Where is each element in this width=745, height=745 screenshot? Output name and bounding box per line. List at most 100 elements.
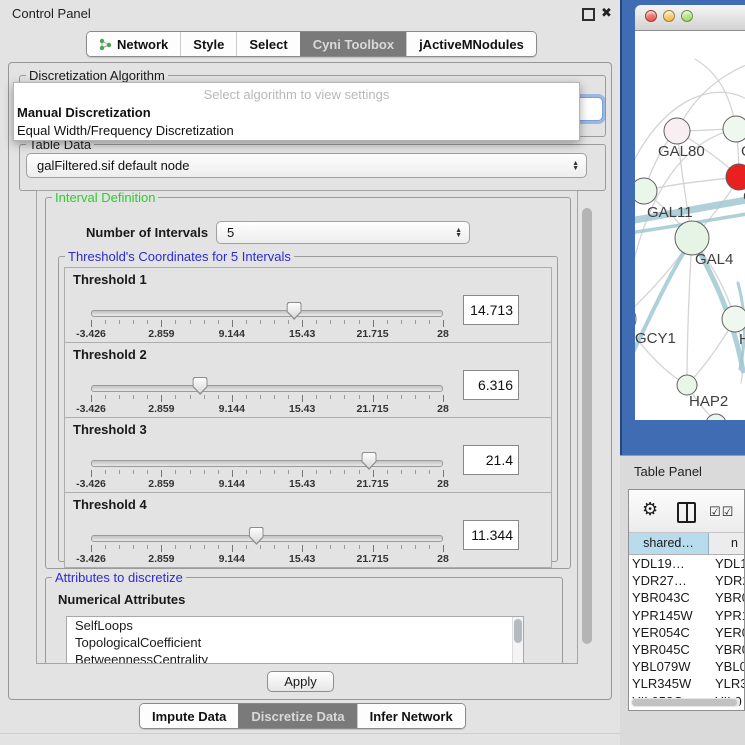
minimize-traffic-light[interactable] [663,10,675,22]
slider-tick [443,395,444,402]
tab-label: Style [193,33,224,56]
list-scrollbar-thumb[interactable] [514,619,522,643]
attribute-item-selfloops[interactable]: SelfLoops [67,617,523,634]
slider-tick [302,545,303,552]
slider-thumb[interactable] [249,527,264,545]
threshold-slider[interactable]: -3.4262.8599.14415.4321.71528 [91,343,443,417]
node-gal4[interactable] [675,221,709,255]
panel-scrollbar-thumb[interactable] [582,208,592,644]
slider-track[interactable] [91,310,443,317]
slider-track[interactable] [91,535,443,542]
table-hscrollbar-thumb[interactable] [632,699,737,706]
slider-tick [260,545,261,549]
table-row[interactable]: YDL19…YDL1 [629,555,744,572]
table-row[interactable]: YBL079WYBL0 [629,658,744,675]
network-canvas[interactable]: GAL80GACGAL11GAL4GCY1HHAP2 [635,31,745,420]
table-horizontal-scrollbar[interactable] [631,698,740,707]
table-row[interactable]: YPR145WYPR1 [629,607,744,624]
slider-tick [260,395,261,399]
number-of-intervals-label: Number of Intervals [86,225,208,240]
dropdown-option-manual-discretization[interactable]: Manual Discretization [16,104,577,121]
tick-label: 28 [437,478,449,490]
node-right-h[interactable] [722,306,745,332]
table-row[interactable]: YBR043CYBR0 [629,589,744,606]
slider-tick [147,395,148,399]
node-hap2[interactable] [677,375,697,395]
network-window-titlebar[interactable] [635,5,745,31]
tick-label: 21.715 [357,328,389,340]
slider-tick [387,470,388,474]
table-panel-region: Table Panel ⚙ ☑☑ shared… n YDL19…YDL1YDR… [620,455,745,745]
dropdown-placeholder-option[interactable]: Select algorithm to view settings [14,87,579,102]
slider-tick [302,320,303,327]
close-icon[interactable]: ✖ [601,5,612,21]
threshold-value-input[interactable] [463,445,519,475]
tick-label: 28 [437,328,449,340]
gear-icon[interactable]: ⚙ [642,499,658,520]
table-row[interactable]: YDR27…YDR2 [629,572,744,589]
slider-tick [443,470,444,477]
table-row[interactable]: YLR345WYLR3 [629,675,744,692]
slider-tick [373,395,374,402]
column-header-name[interactable]: n [709,533,744,554]
cell-shared-name: YBL079W [629,658,710,675]
cell-name: YDR2 [710,572,744,589]
columns-icon[interactable] [677,502,696,523]
tab-cyni-toolbox[interactable]: Cyni Toolbox [300,32,406,56]
slider-thumb[interactable] [193,377,208,395]
tab-discretize-data[interactable]: Discretize Data [238,704,356,728]
tick-label: 21.715 [357,403,389,415]
tab-impute-data[interactable]: Impute Data [140,704,238,728]
threshold-value-input[interactable] [463,295,519,325]
slider-track[interactable] [91,460,443,467]
node-gal80[interactable] [664,118,690,144]
numerical-attributes-label: Numerical Attributes [58,592,185,607]
cell-name: YER0 [710,624,744,641]
threshold-value-input[interactable] [463,520,519,550]
slider-tick [288,320,289,324]
threshold-slider[interactable]: -3.4262.8599.14415.4321.71528 [91,418,443,492]
node-gcy1[interactable] [635,305,636,333]
table-row[interactable]: YBR045CYBR0 [629,641,744,658]
slider-tick [161,545,162,552]
slider-thumb[interactable] [362,452,377,470]
tab-network[interactable]: Network [87,32,180,56]
tab-jactivemnodules[interactable]: jActiveMNodules [406,32,536,56]
column-header-shared-name[interactable]: shared… [629,533,709,554]
node-label-gal80: GAL80 [658,143,705,160]
slider-thumb[interactable] [287,302,302,320]
tab-style[interactable]: Style [180,32,236,56]
tab-select[interactable]: Select [236,32,299,56]
table-data-combo[interactable]: galFiltered.sif default node ▲▼ [26,153,587,178]
cell-name: YLR3 [710,675,744,692]
slider-tick [246,470,247,474]
apply-button[interactable]: Apply [267,671,334,692]
list-scrollbar[interactable] [512,617,523,664]
slider-tick [429,470,430,474]
checkboxes-icon[interactable]: ☑☑ [709,504,734,520]
attribute-item-topologicalcoefficient[interactable]: TopologicalCoefficient [67,634,523,651]
slider-tick [387,545,388,549]
table-header-row: shared… n [629,533,744,555]
slider-tick [359,395,360,399]
cell-shared-name: YBR043C [629,589,710,606]
attribute-item-betweennesscentrality[interactable]: BetweennessCentrality [67,651,523,664]
close-traffic-light[interactable] [645,10,657,22]
dropdown-option-equal-width-frequency-discretization[interactable]: Equal Width/Frequency Discretization [16,122,577,139]
table-row[interactable]: YER054CYER0 [629,624,744,641]
tab-label: Network [117,33,168,56]
slider-tick [204,320,205,324]
threshold-slider[interactable]: -3.4262.8599.14415.4321.71528 [91,268,443,342]
number-of-intervals-combo[interactable]: 5 ▲▼ [216,221,470,244]
threshold-value-input[interactable] [463,370,519,400]
node-top-right[interactable] [723,116,745,142]
zoom-traffic-light[interactable] [681,10,693,22]
tick-label: 2.859 [148,403,174,415]
slider-track[interactable] [91,385,443,392]
slider-tick [105,470,106,474]
threshold-slider[interactable]: -3.4262.8599.14415.4321.71528 [91,493,443,567]
slider-tick [204,545,205,549]
node-gal11[interactable] [635,178,657,204]
tab-infer-network[interactable]: Infer Network [357,704,465,728]
float-window-icon[interactable] [582,8,595,21]
